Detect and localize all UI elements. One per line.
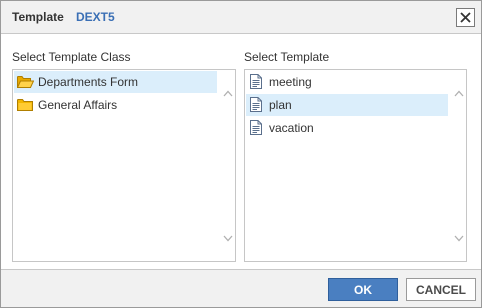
close-icon (460, 12, 471, 23)
list-item-label: plan (269, 98, 292, 112)
scroll-up-icon[interactable] (454, 90, 464, 97)
list-item-vacation[interactable]: vacation (246, 117, 448, 139)
list-item-departments-form[interactable]: Departments Form (14, 71, 217, 93)
folder-open-icon (17, 76, 34, 88)
scroll-down-icon[interactable] (454, 235, 464, 242)
folder-icon (17, 99, 33, 111)
dialog-title: Template (12, 10, 64, 24)
dialog-footer: OK CANCEL (1, 269, 481, 307)
scroll-down-icon[interactable] (223, 235, 233, 242)
dialog-titlebar: Template DEXT5 (1, 1, 481, 34)
document-icon (250, 97, 262, 112)
list-item-meeting[interactable]: meeting (246, 71, 448, 93)
list-item-general-affairs[interactable]: General Affairs (14, 94, 217, 116)
dialog-brand: DEXT5 (76, 10, 115, 24)
list-item-label: General Affairs (38, 98, 118, 112)
template-label: Select Template (244, 50, 330, 64)
close-button[interactable] (456, 8, 475, 27)
scroll-up-icon[interactable] (223, 90, 233, 97)
template-class-label: Select Template Class (12, 50, 131, 64)
cancel-button[interactable]: CANCEL (406, 278, 476, 301)
list-item-label: Departments Form (38, 75, 139, 89)
template-class-list[interactable]: Departments Form General Affairs (12, 69, 236, 262)
template-dialog: Template DEXT5 Select Template Class Sel… (0, 0, 482, 308)
template-class-scrollbar[interactable] (220, 70, 235, 261)
template-list[interactable]: meeting plan vacation (244, 69, 467, 262)
list-item-plan[interactable]: plan (246, 94, 448, 116)
template-scrollbar[interactable] (451, 70, 466, 261)
ok-button[interactable]: OK (328, 278, 398, 301)
document-icon (250, 120, 262, 135)
document-icon (250, 74, 262, 89)
list-item-label: meeting (269, 75, 312, 89)
list-item-label: vacation (269, 121, 314, 135)
